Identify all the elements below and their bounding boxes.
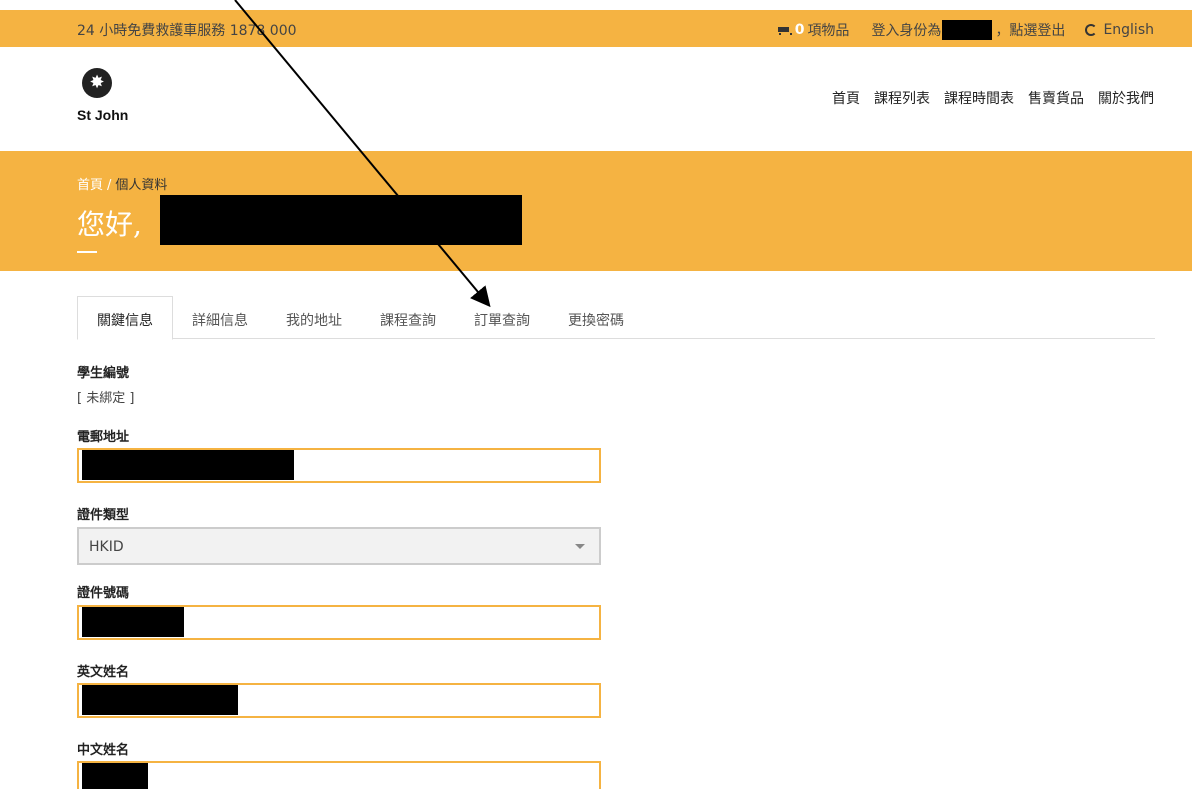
logout-link[interactable]: ，點選登出 (995, 20, 1065, 40)
profile-hero: 首頁 / 個人資料 您好, (0, 151, 1192, 271)
chinese-name-field[interactable] (77, 761, 601, 789)
english-name-label: 英文姓名 (77, 665, 130, 680)
cart-count[interactable]: 0 (795, 22, 805, 38)
login-prefix: 登入身份為 (871, 23, 942, 39)
greeting-title: 您好, (77, 208, 142, 241)
chinese-name-label: 中文姓名 (77, 743, 130, 758)
st-john-cross-icon[interactable]: ✸ (82, 68, 112, 98)
site-header: ✸ St John 首頁 課程列表 課程時間表 售賣貨品 關於我們 (0, 47, 1192, 151)
nav-course-list[interactable]: 課程列表 (874, 88, 930, 108)
email-field[interactable] (77, 448, 601, 483)
cart-label[interactable]: 項物品 (807, 20, 849, 40)
tab-details[interactable]: 詳細信息 (173, 296, 267, 339)
tab-my-address[interactable]: 我的地址 (267, 296, 361, 339)
nav-course-schedule[interactable]: 課程時間表 (944, 88, 1014, 108)
nav-home[interactable]: 首頁 (832, 88, 860, 108)
id-type-value: HKID (89, 539, 124, 555)
tab-course-inquiry[interactable]: 課程查詢 (361, 296, 455, 339)
chevron-down-icon (575, 544, 585, 549)
breadcrumb-current: 個人資料 (115, 178, 168, 193)
hotline-text: 24 小時免費救護車服務 1878 000 (77, 23, 297, 39)
redacted-english-name (82, 685, 238, 715)
cart-icon[interactable] (777, 25, 792, 36)
id-number-field[interactable] (77, 605, 601, 640)
nav-about[interactable]: 關於我們 (1098, 88, 1154, 108)
student-id-label: 學生編號 (77, 366, 130, 381)
breadcrumb-separator: / (107, 178, 112, 193)
nav-shop[interactable]: 售賣貨品 (1028, 88, 1084, 108)
breadcrumb: 首頁 / 個人資料 (77, 174, 167, 193)
tab-change-password[interactable]: 更換密碼 (549, 296, 643, 339)
tab-order-inquiry[interactable]: 訂單查詢 (455, 296, 549, 339)
redacted-chinese-name (82, 763, 148, 789)
logo-text[interactable]: St John (77, 107, 128, 123)
id-type-label: 證件類型 (77, 508, 130, 523)
id-number-label: 證件號碼 (77, 586, 130, 601)
language-switch[interactable]: English (1103, 22, 1154, 38)
id-type-select[interactable]: HKID (77, 527, 601, 565)
redacted-email (82, 450, 294, 480)
breadcrumb-home[interactable]: 首頁 (77, 178, 103, 193)
profile-tabs: 關鍵信息 詳細信息 我的地址 課程查詢 訂單查詢 更換密碼 (77, 296, 1155, 340)
student-id-value: [ 未綁定 ] (77, 391, 135, 406)
redacted-id-number (82, 607, 184, 637)
redacted-name (160, 195, 522, 245)
email-label: 電郵地址 (77, 430, 130, 445)
title-underline (77, 251, 97, 253)
main-nav: 首頁 課程列表 課程時間表 售賣貨品 關於我們 (832, 88, 1154, 108)
redacted-username (942, 20, 993, 40)
tab-key-info[interactable]: 關鍵信息 (77, 296, 173, 340)
refresh-icon[interactable] (1085, 24, 1098, 36)
top-bar-right: 0 項物品 登入身份為 ，點選登出 English (777, 20, 1154, 40)
english-name-field[interactable] (77, 683, 601, 718)
top-bar: 24 小時免費救護車服務 1878 000 0 項物品 登入身份為 ，點選登出 … (0, 10, 1192, 47)
